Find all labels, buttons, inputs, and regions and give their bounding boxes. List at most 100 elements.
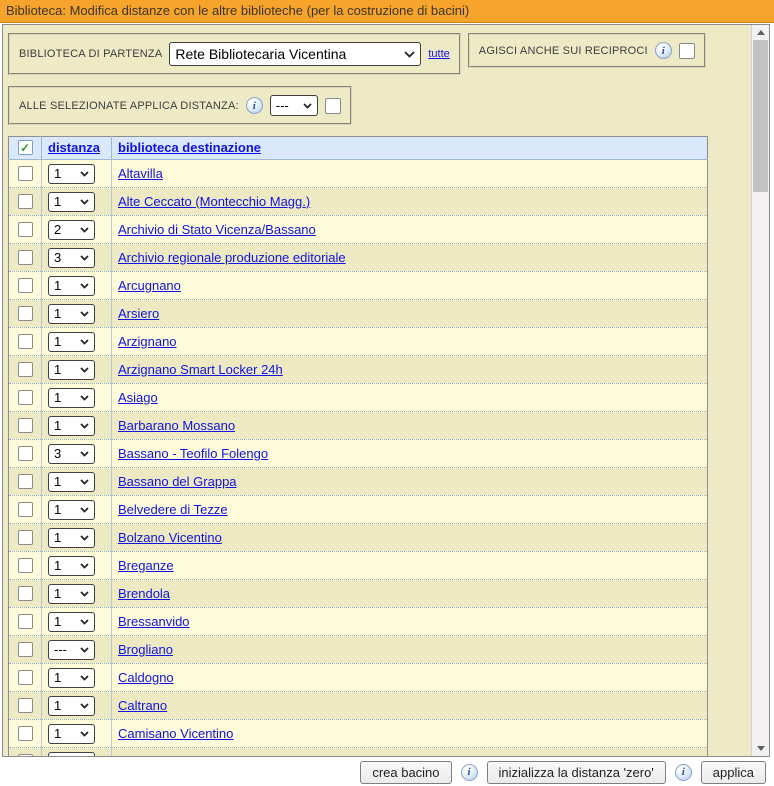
distance-select[interactable]: 1	[48, 416, 95, 436]
destination-link[interactable]: Bressanvido	[118, 614, 190, 629]
distance-select[interactable]: 1	[48, 164, 95, 184]
row-checkbox[interactable]	[18, 558, 33, 573]
destination-link[interactable]: Arsiero	[118, 306, 159, 321]
destination-link[interactable]: Alte Ceccato (Montecchio Magg.)	[118, 194, 310, 209]
destination-link[interactable]: Caldogno	[118, 670, 174, 685]
distance-select[interactable]: 1	[48, 388, 95, 408]
distance-select[interactable]: 1	[48, 724, 95, 744]
inizializza-zero-button[interactable]: inizializza la distanza 'zero'	[487, 761, 666, 784]
row-checkbox[interactable]	[18, 642, 33, 657]
row-checkbox[interactable]	[18, 166, 33, 181]
distance-select[interactable]: 1	[48, 360, 95, 380]
destination-link[interactable]: Barbarano Mossano	[118, 418, 235, 433]
row-checkbox[interactable]	[18, 194, 33, 209]
row-checkbox[interactable]	[18, 502, 33, 517]
row-checkbox[interactable]	[18, 362, 33, 377]
row-checkbox[interactable]	[18, 726, 33, 741]
table-row: 1 Caltrano	[9, 692, 708, 720]
destination-link[interactable]: Arcugnano	[118, 278, 181, 293]
destination-link[interactable]: Altavilla	[118, 166, 163, 181]
vertical-scrollbar[interactable]	[751, 25, 769, 756]
applica-distanza-select-value: ---	[276, 98, 289, 113]
destination-link[interactable]: Brogliano	[118, 642, 173, 657]
distance-select[interactable]: 1	[48, 528, 95, 548]
info-icon[interactable]: i	[655, 42, 672, 59]
distance-select[interactable]: 3	[48, 444, 95, 464]
destination-link[interactable]: Asiago	[118, 390, 158, 405]
destination-link[interactable]: Campiglia dei Berici	[118, 754, 233, 757]
destination-link[interactable]: Breganze	[118, 558, 174, 573]
distance-select[interactable]: 1	[48, 332, 95, 352]
info-icon[interactable]: i	[246, 97, 263, 114]
table-row: 1 Breganze	[9, 552, 708, 580]
partenza-select[interactable]: Rete Bibliotecaria Vicentina	[169, 42, 421, 66]
scroll-up-button[interactable]	[752, 25, 769, 40]
applica-button[interactable]: applica	[701, 761, 766, 784]
sort-destinazione-link[interactable]: biblioteca destinazione	[118, 140, 261, 155]
row-checkbox[interactable]	[18, 222, 33, 237]
distance-select[interactable]: 1	[48, 752, 95, 757]
distance-table-body: 1 Altavilla 1 Alte Ceccato (Montecchio M…	[9, 160, 708, 757]
row-checkbox[interactable]	[18, 586, 33, 601]
destination-link[interactable]: Arzignano Smart Locker 24h	[118, 362, 283, 377]
chevron-down-icon	[303, 103, 312, 109]
info-icon[interactable]: i	[461, 764, 478, 781]
tutte-link[interactable]: tutte	[428, 48, 449, 60]
info-icon[interactable]: i	[675, 764, 692, 781]
destination-link[interactable]: Archivio regionale produzione editoriale	[118, 250, 346, 265]
distance-select[interactable]: 2	[48, 220, 95, 240]
table-row: 1 Barbarano Mossano	[9, 412, 708, 440]
row-checkbox[interactable]	[18, 530, 33, 545]
distance-select[interactable]: 1	[48, 304, 95, 324]
row-checkbox[interactable]	[18, 698, 33, 713]
destination-link[interactable]: Brendola	[118, 586, 170, 601]
row-checkbox[interactable]	[18, 670, 33, 685]
destination-link[interactable]: Caltrano	[118, 698, 167, 713]
distance-select[interactable]: 1	[48, 584, 95, 604]
applica-distanza-checkbox[interactable]	[325, 98, 341, 114]
chevron-down-icon	[80, 395, 89, 401]
destination-link[interactable]: Bassano - Teofilo Folengo	[118, 446, 268, 461]
distance-select[interactable]: 3	[48, 248, 95, 268]
row-checkbox[interactable]	[18, 754, 33, 756]
table-row: 1 Bressanvido	[9, 608, 708, 636]
select-all-checkbox[interactable]: ✓	[18, 140, 33, 155]
destination-link[interactable]: Bolzano Vicentino	[118, 530, 222, 545]
reciproci-label: AGISCI ANCHE SUI RECIPROCI	[479, 45, 648, 57]
row-checkbox[interactable]	[18, 250, 33, 265]
distance-select[interactable]: 1	[48, 472, 95, 492]
destination-link[interactable]: Bassano del Grappa	[118, 474, 237, 489]
distance-select-value: 1	[54, 166, 61, 181]
reciproci-checkbox[interactable]	[679, 43, 695, 59]
sort-distanza-link[interactable]: distanza	[48, 140, 100, 155]
row-checkbox[interactable]	[18, 334, 33, 349]
chevron-down-icon	[80, 507, 89, 513]
distance-select[interactable]: 1	[48, 500, 95, 520]
table-row: 1 Bassano del Grappa	[9, 468, 708, 496]
scrollbar-thumb[interactable]	[753, 40, 768, 192]
destination-link[interactable]: Belvedere di Tezze	[118, 502, 228, 517]
row-checkbox[interactable]	[18, 278, 33, 293]
distance-select[interactable]: 1	[48, 696, 95, 716]
partenza-box: BIBLIOTECA DI PARTENZA Rete Bibliotecari…	[8, 33, 461, 75]
row-checkbox[interactable]	[18, 390, 33, 405]
distance-select[interactable]: 1	[48, 192, 95, 212]
row-checkbox[interactable]	[18, 614, 33, 629]
destination-link[interactable]: Camisano Vicentino	[118, 726, 233, 741]
destination-link[interactable]: Arzignano	[118, 334, 177, 349]
distance-select[interactable]: ---	[48, 640, 95, 660]
distance-select[interactable]: 1	[48, 612, 95, 632]
distance-select-value: 1	[54, 726, 61, 741]
row-checkbox[interactable]	[18, 418, 33, 433]
chevron-down-icon	[80, 535, 89, 541]
distance-select[interactable]: 1	[48, 556, 95, 576]
distance-select[interactable]: 1	[48, 668, 95, 688]
row-checkbox[interactable]	[18, 306, 33, 321]
row-checkbox[interactable]	[18, 446, 33, 461]
applica-distanza-select[interactable]: ---	[270, 95, 318, 116]
row-checkbox[interactable]	[18, 474, 33, 489]
destination-link[interactable]: Archivio di Stato Vicenza/Bassano	[118, 222, 316, 237]
scroll-down-button[interactable]	[752, 741, 769, 756]
crea-bacino-button[interactable]: crea bacino	[360, 761, 451, 784]
distance-select[interactable]: 1	[48, 276, 95, 296]
